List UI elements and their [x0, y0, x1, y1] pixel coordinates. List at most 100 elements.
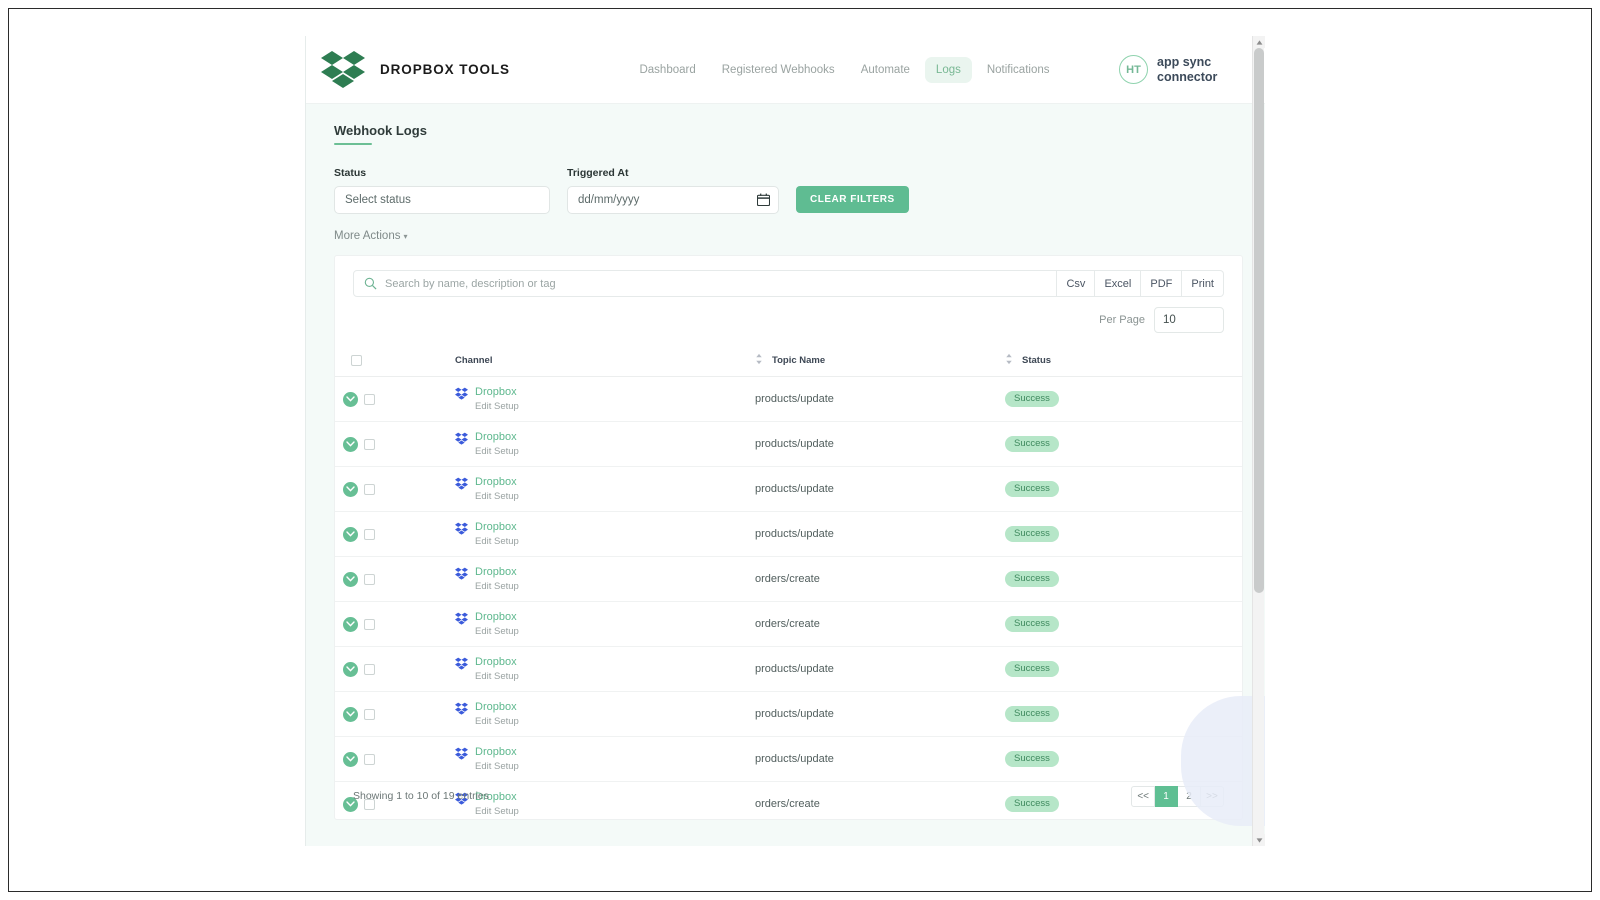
window-scrollbar[interactable]	[1252, 36, 1265, 846]
channel-link[interactable]: Dropbox	[475, 566, 519, 578]
brand-name: DROPBOX TOOLS	[380, 62, 510, 77]
channel-link[interactable]: Dropbox	[475, 611, 519, 623]
chevron-down-icon: ▾	[403, 232, 408, 241]
row-expand-button[interactable]	[343, 706, 358, 722]
channel-cell: Dropbox Edit Setup	[455, 556, 755, 602]
sort-icon	[1005, 353, 1013, 368]
select-all-checkbox[interactable]	[351, 354, 362, 366]
table-footer: Showing 1 to 10 of 19 entries << 1 2 >>	[335, 773, 1242, 819]
user-name: app sync connector	[1157, 54, 1218, 84]
edit-setup-link[interactable]: Edit Setup	[475, 626, 519, 637]
print-button[interactable]: Print	[1182, 270, 1224, 297]
table-row[interactable]: Dropbox Edit Setup orders/create Success	[335, 601, 1242, 647]
date-field-wrap	[567, 186, 779, 214]
table-row[interactable]: Dropbox Edit Setup products/update Success	[335, 376, 1242, 422]
pagination-page-1[interactable]: 1	[1155, 785, 1178, 807]
edit-setup-link[interactable]: Edit Setup	[475, 401, 519, 412]
dropbox-icon	[455, 612, 468, 625]
screenshot-root: DROPBOX TOOLS Dashboard Registered Webho…	[0, 0, 1600, 900]
row-checkbox[interactable]	[364, 573, 375, 585]
status-badge: Success	[1005, 390, 1059, 408]
topic-cell: orders/create	[755, 601, 1005, 647]
edit-setup-link[interactable]: Edit Setup	[475, 761, 519, 772]
search-input[interactable]	[385, 271, 1057, 296]
user-menu[interactable]: HT app sync connector	[1069, 55, 1249, 85]
channel-link[interactable]: Dropbox	[475, 431, 519, 443]
triggered-at-input[interactable]	[567, 186, 779, 214]
topic-cell: products/update	[755, 646, 1005, 692]
status-cell: Success	[1005, 511, 1242, 557]
channel-link[interactable]: Dropbox	[475, 701, 519, 713]
showing-entries-text: Showing 1 to 10 of 19 entries	[353, 790, 490, 802]
edit-setup-link[interactable]: Edit Setup	[475, 446, 519, 457]
row-checkbox[interactable]	[364, 438, 375, 450]
row-checkbox[interactable]	[364, 618, 375, 630]
row-checkbox[interactable]	[364, 483, 375, 495]
row-select-cell	[335, 421, 455, 467]
edit-setup-link[interactable]: Edit Setup	[475, 716, 519, 727]
row-expand-button[interactable]	[343, 571, 358, 587]
header-topic-name[interactable]: Topic Name	[755, 347, 1005, 377]
row-expand-button[interactable]	[343, 436, 358, 452]
table-row[interactable]: Dropbox Edit Setup products/update Success	[335, 421, 1242, 467]
nav-item-dashboard[interactable]: Dashboard	[628, 57, 706, 83]
search-box[interactable]	[353, 270, 1058, 297]
row-select-cell	[335, 556, 455, 602]
header-status[interactable]: Status	[1005, 347, 1242, 377]
export-pdf-button[interactable]: PDF	[1141, 270, 1183, 297]
pagination-first[interactable]: <<	[1131, 785, 1155, 807]
logs-table: Channel Topic Name Status Dropbox Edit S…	[335, 347, 1242, 819]
export-excel-button[interactable]: Excel	[1095, 270, 1142, 297]
status-badge: Success	[1005, 705, 1059, 723]
channel-link[interactable]: Dropbox	[475, 746, 519, 758]
row-checkbox[interactable]	[364, 708, 375, 720]
pagination-page-2[interactable]: 2	[1178, 785, 1201, 807]
nav-item-registered-webhooks[interactable]: Registered Webhooks	[711, 57, 846, 83]
table-row[interactable]: Dropbox Edit Setup products/update Success	[335, 511, 1242, 557]
edit-setup-link[interactable]: Edit Setup	[475, 671, 519, 682]
scrollbar-thumb[interactable]	[1254, 48, 1264, 593]
app-window: DROPBOX TOOLS Dashboard Registered Webho…	[305, 36, 1265, 846]
table-row[interactable]: Dropbox Edit Setup orders/create Success	[335, 556, 1242, 602]
table-row[interactable]: Dropbox Edit Setup products/update Success	[335, 691, 1242, 737]
status-select[interactable]	[334, 186, 550, 214]
export-csv-button[interactable]: Csv	[1057, 270, 1096, 297]
channel-link[interactable]: Dropbox	[475, 656, 519, 668]
status-badge: Success	[1005, 660, 1059, 678]
card-toolbar: Csv Excel PDF Print	[335, 256, 1242, 297]
channel-link[interactable]: Dropbox	[475, 521, 519, 533]
per-page-input[interactable]	[1154, 307, 1224, 333]
row-expand-button[interactable]	[343, 391, 358, 407]
channel-link[interactable]: Dropbox	[475, 386, 519, 398]
dropbox-logo-icon	[320, 47, 366, 93]
scrollbar-up-arrow-icon[interactable]	[1253, 36, 1265, 48]
nav-item-automate[interactable]: Automate	[850, 57, 921, 83]
edit-setup-link[interactable]: Edit Setup	[475, 536, 519, 547]
table-row[interactable]: Dropbox Edit Setup products/update Success	[335, 466, 1242, 512]
edit-setup-link[interactable]: Edit Setup	[475, 491, 519, 502]
status-cell: Success	[1005, 421, 1242, 467]
edit-setup-link[interactable]: Edit Setup	[475, 581, 519, 592]
row-expand-button[interactable]	[343, 616, 358, 632]
table-row[interactable]: Dropbox Edit Setup products/update Success	[335, 646, 1242, 692]
scrollbar-down-arrow-icon[interactable]	[1253, 834, 1265, 846]
triggered-at-filter: Triggered At	[567, 167, 779, 214]
row-checkbox[interactable]	[364, 663, 375, 675]
channel-cell: Dropbox Edit Setup	[455, 601, 755, 647]
row-checkbox[interactable]	[364, 753, 375, 765]
nav-item-notifications[interactable]: Notifications	[976, 57, 1061, 83]
clear-filters-button[interactable]: CLEAR FILTERS	[796, 186, 909, 213]
more-actions-dropdown[interactable]: More Actions ▾	[334, 230, 408, 242]
status-cell: Success	[1005, 376, 1242, 422]
brand[interactable]: DROPBOX TOOLS	[320, 47, 620, 93]
row-checkbox[interactable]	[364, 528, 375, 540]
channel-link[interactable]: Dropbox	[475, 476, 519, 488]
row-checkbox[interactable]	[364, 393, 375, 405]
row-expand-button[interactable]	[343, 481, 358, 497]
row-expand-button[interactable]	[343, 661, 358, 677]
row-expand-button[interactable]	[343, 526, 358, 542]
pagination-last[interactable]: >>	[1201, 785, 1224, 807]
nav-item-logs[interactable]: Logs	[924, 56, 972, 83]
header-channel[interactable]: Channel	[455, 347, 755, 377]
row-expand-button[interactable]	[343, 751, 358, 767]
